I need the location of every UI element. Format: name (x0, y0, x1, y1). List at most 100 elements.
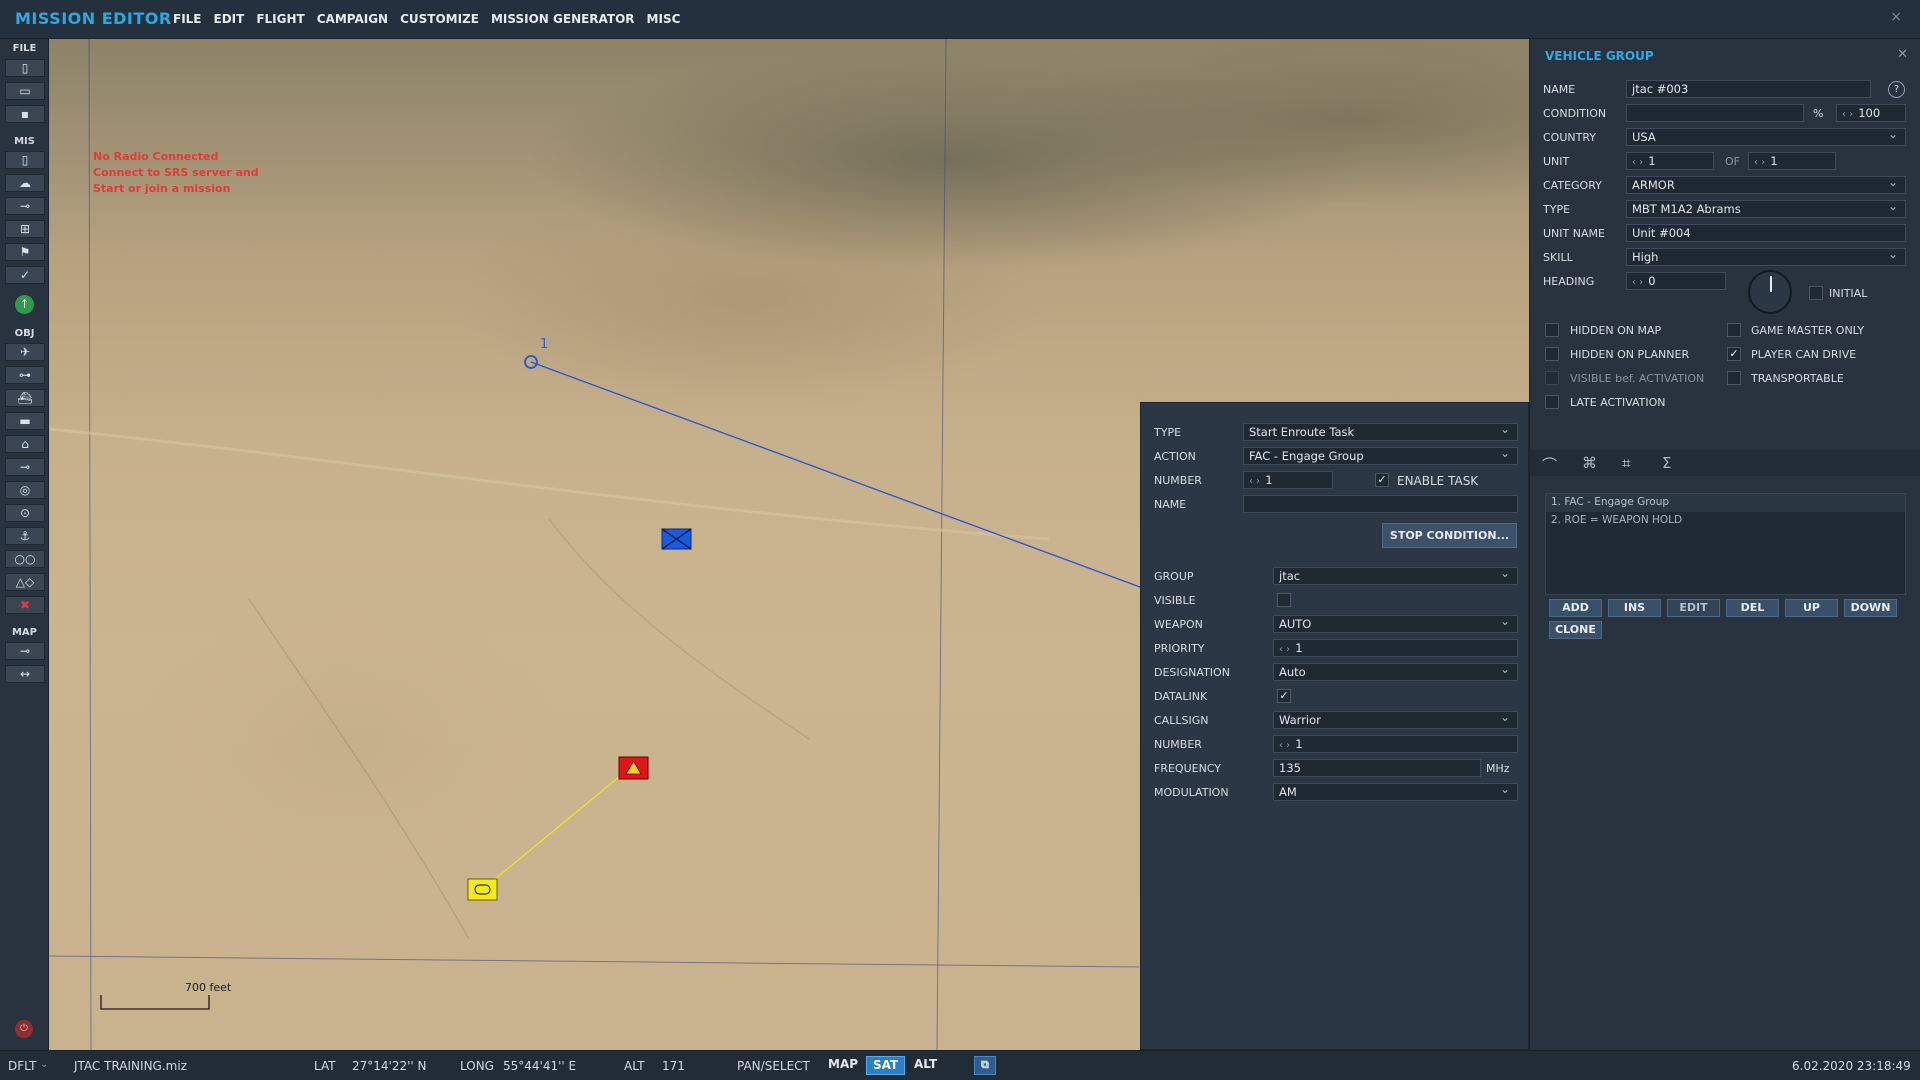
open-icon[interactable]: ▭ (5, 82, 45, 100)
check-icon[interactable]: ✓ (5, 266, 45, 284)
unit-total-stepper[interactable]: ‹ › 1 (1748, 152, 1836, 170)
hidden-on-planner-checkbox[interactable] (1545, 347, 1559, 361)
stepper-arrows-icon[interactable]: ‹ › (1842, 109, 1853, 120)
down-button[interactable]: DOWN (1844, 599, 1897, 617)
enable-task-checkbox[interactable]: ✓ (1375, 473, 1389, 487)
delete-button[interactable]: DEL (1726, 599, 1779, 617)
task-name-input[interactable] (1243, 495, 1518, 513)
number-stepper[interactable]: ‹ › 1 (1243, 471, 1333, 489)
weather-icon[interactable]: ☁ (5, 174, 45, 192)
alt-mode-button[interactable]: ALT (908, 1056, 943, 1075)
chevron-down-icon[interactable]: ⌄ (40, 1059, 48, 1070)
stepper-arrows-icon[interactable]: ‹ › (1249, 476, 1260, 487)
stepper-arrows-icon[interactable]: ‹ › (1632, 157, 1643, 168)
task-list[interactable]: 1. FAC - Engage Group 2. ROE = WEAPON HO… (1545, 493, 1906, 595)
red-unit-marker[interactable] (618, 756, 649, 780)
new-icon[interactable]: ▯ (5, 59, 45, 77)
list-item[interactable]: 2. ROE = WEAPON HOLD (1546, 512, 1905, 530)
group-icon[interactable]: ⌂ (5, 435, 45, 453)
route-icon[interactable]: ⌒ (1542, 454, 1557, 475)
modulation-dropdown[interactable]: AM (1273, 782, 1518, 801)
ship-icon[interactable]: ⛴ (5, 389, 45, 407)
late-activation-checkbox[interactable] (1545, 395, 1559, 409)
menu-flight[interactable]: FLIGHT (256, 12, 304, 26)
flag-icon[interactable]: ⚑ (5, 243, 45, 261)
edit-button[interactable]: EDIT (1667, 599, 1720, 617)
briefing-icon[interactable]: ▯ (5, 151, 45, 169)
unit-name-input[interactable]: Unit #004 (1626, 224, 1906, 242)
help-icon[interactable]: ? (1888, 81, 1905, 98)
condition-stepper[interactable]: ‹ › 100 (1836, 104, 1906, 122)
stepper-arrows-icon[interactable]: ‹ › (1279, 644, 1290, 655)
insert-button[interactable]: INS (1608, 599, 1661, 617)
radio-icon[interactable]: ↑ (15, 295, 34, 314)
map-mode-button[interactable]: MAP (822, 1056, 864, 1075)
menu-campaign[interactable]: CAMPAIGN (317, 12, 388, 26)
targets-icon[interactable]: ⊞ (5, 220, 45, 238)
condition-bar[interactable] (1626, 104, 1804, 122)
save-icon[interactable]: ▪ (5, 105, 45, 123)
designation-dropdown[interactable]: Auto (1273, 662, 1518, 681)
heading-dial[interactable] (1748, 270, 1792, 314)
helicopter-icon[interactable]: ⊶ (5, 366, 45, 384)
list-item[interactable]: 1. FAC - Engage Group (1546, 494, 1905, 512)
callsign-number-stepper[interactable]: ‹ › 1 (1273, 735, 1518, 753)
type-dropdown[interactable]: MBT M1A2 Abrams (1626, 199, 1906, 218)
stepper-arrows-icon[interactable]: ‹ › (1279, 740, 1290, 751)
advanced-waypoint-actions-icon[interactable]: ⌗ (1622, 454, 1630, 472)
heading-stepper[interactable]: ‹ › 0 (1626, 272, 1726, 290)
initial-checkbox[interactable] (1809, 286, 1823, 300)
menu-mission-generator[interactable]: MISSION GENERATOR (491, 12, 635, 26)
menu-edit[interactable]: EDIT (214, 12, 245, 26)
shapes-icon[interactable]: △◇ (5, 573, 45, 591)
country-dropdown[interactable]: USA (1626, 127, 1906, 146)
close-icon[interactable]: ✕ (1897, 47, 1908, 62)
task-type-dropdown[interactable]: Start Enroute Task (1243, 422, 1518, 441)
up-button[interactable]: UP (1785, 599, 1838, 617)
map-options-icon[interactable]: ⊸ (5, 642, 45, 660)
skill-dropdown[interactable]: High (1626, 247, 1906, 266)
weapon-dropdown[interactable]: AUTO (1273, 614, 1518, 633)
plane-icon[interactable]: ✈ (5, 343, 45, 361)
datalink-checkbox[interactable]: ✓ (1277, 689, 1291, 703)
profile-dropdown[interactable]: DFLT (8, 1059, 37, 1073)
action-dropdown[interactable]: FAC - Engage Group (1243, 446, 1518, 465)
transportable-checkbox[interactable] (1727, 371, 1741, 385)
menu-customize[interactable]: CUSTOMIZE (400, 12, 479, 26)
static-icon[interactable]: ⊸ (5, 458, 45, 476)
sat-mode-button[interactable]: SAT (866, 1056, 906, 1075)
summary-icon[interactable]: Σ (1662, 454, 1671, 472)
blue-unit-marker[interactable] (661, 528, 692, 550)
stepper-arrows-icon[interactable]: ‹ › (1632, 277, 1643, 288)
group-dropdown[interactable]: jtac (1273, 566, 1518, 585)
layers-icon[interactable]: ⧉ (974, 1056, 996, 1075)
templates-icon[interactable]: ○○ (5, 550, 45, 568)
callsign-dropdown[interactable]: Warrior (1273, 710, 1518, 729)
add-button[interactable]: ADD (1549, 599, 1602, 617)
close-icon[interactable]: × (1890, 9, 1902, 25)
player-can-drive-checkbox[interactable]: ✓ (1727, 347, 1741, 361)
aircraft-route-icon[interactable]: ⊸ (5, 197, 45, 215)
target-zone-icon[interactable]: ◎ (5, 481, 45, 499)
triggered-actions-icon[interactable]: ⌘ (1582, 454, 1597, 472)
menu-file[interactable]: FILE (173, 12, 202, 26)
clone-button[interactable]: CLONE (1549, 621, 1602, 639)
delete-icon[interactable]: ✖ (5, 596, 45, 614)
game-master-only-checkbox[interactable] (1727, 323, 1741, 337)
group-name-input[interactable]: jtac #003 (1626, 80, 1871, 98)
stop-condition-button[interactable]: STOP CONDITION... (1382, 523, 1517, 548)
power-icon[interactable]: ⏻ (15, 1020, 33, 1038)
visible-checkbox[interactable] (1277, 593, 1291, 607)
menu-misc[interactable]: MISC (647, 12, 681, 26)
visible-before-activation-checkbox[interactable] (1545, 371, 1559, 385)
jtac-unit-marker[interactable] (467, 878, 498, 901)
navy-icon[interactable]: ⚓ (5, 527, 45, 545)
stepper-arrows-icon[interactable]: ‹ › (1754, 157, 1765, 168)
trigger-zone-icon[interactable]: ⊙ (5, 504, 45, 522)
vehicle-icon[interactable]: ▬ (5, 412, 45, 430)
priority-stepper[interactable]: ‹ › 1 (1273, 639, 1518, 657)
ruler-icon[interactable]: ↔ (5, 665, 45, 683)
category-dropdown[interactable]: ARMOR (1626, 175, 1906, 194)
hidden-on-map-checkbox[interactable] (1545, 323, 1559, 337)
unit-stepper[interactable]: ‹ › 1 (1626, 152, 1714, 170)
